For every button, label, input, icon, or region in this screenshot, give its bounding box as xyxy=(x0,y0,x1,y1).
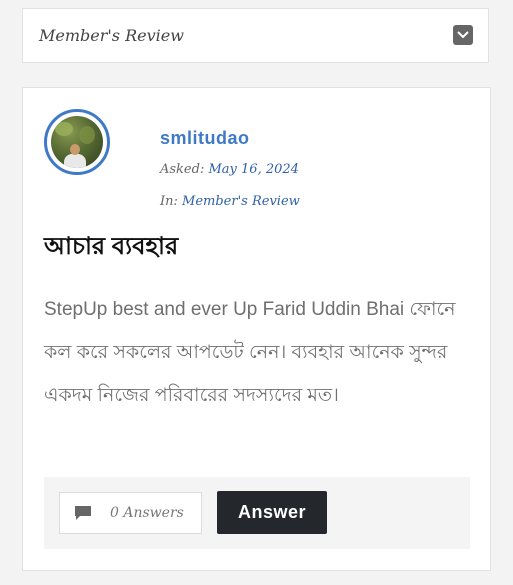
answers-count-box[interactable]: 0 Answers xyxy=(59,492,202,534)
question-title[interactable]: আচার ব্যবহার xyxy=(44,228,178,268)
avatar-image xyxy=(51,116,103,168)
avatar[interactable] xyxy=(44,109,110,175)
username-link[interactable]: smlitudao xyxy=(160,128,250,149)
comment-icon xyxy=(75,506,91,520)
category-selector[interactable]: Member's Review xyxy=(22,8,489,63)
category-label: Member's Review xyxy=(39,26,184,45)
question-category: In: Member's Review xyxy=(160,194,300,209)
asked-date-link[interactable]: May 16, 2024 xyxy=(208,162,298,177)
question-footer: 0 Answers Answer xyxy=(44,477,470,549)
answers-count: 0 Answers xyxy=(110,505,184,521)
question-body: StepUp best and ever Up Farid Uddin Bhai… xyxy=(44,299,456,406)
in-label: In: xyxy=(160,194,178,209)
question-card: smlitudao Asked: May 16, 2024 In: Member… xyxy=(22,87,491,571)
chevron-down-icon[interactable] xyxy=(453,25,473,45)
category-link[interactable]: Member's Review xyxy=(182,194,300,209)
asked-label: Asked: xyxy=(160,162,205,177)
answer-button[interactable]: Answer xyxy=(217,491,327,534)
asked-date: Asked: May 16, 2024 xyxy=(160,162,299,177)
